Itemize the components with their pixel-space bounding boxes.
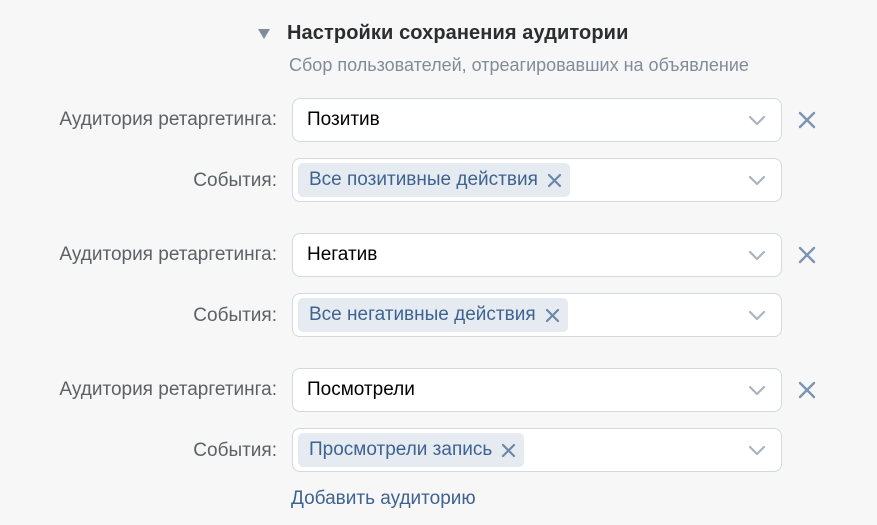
chevron-down-icon[interactable] [747, 307, 767, 323]
chevron-down-icon[interactable] [747, 172, 767, 188]
event-chip: Просмотрели запись [298, 433, 525, 467]
event-chip-label: Все негативные действия [309, 304, 536, 325]
add-audience-link[interactable]: Добавить аудиторию [291, 488, 476, 510]
chevron-down-icon[interactable] [747, 247, 767, 263]
audience-select[interactable]: Негатив [292, 233, 782, 277]
audience-select[interactable]: Позитив [292, 98, 782, 142]
event-chip: Все негативные действия [298, 298, 568, 332]
collapse-triangle-icon[interactable] [258, 29, 270, 39]
remove-audience-close-icon[interactable] [796, 109, 818, 131]
section-title: Настройки сохранения аудитории [287, 22, 629, 44]
event-chip: Все позитивные действия [298, 163, 570, 197]
audience-select-value: Негатив [307, 244, 378, 265]
audience-label: Аудитория ретаргетинга: [59, 244, 277, 265]
audience-select-value: Посмотрели [307, 379, 415, 400]
event-chip-label: Просмотрели запись [309, 439, 493, 460]
events-multiselect[interactable]: Все негативные действия [292, 293, 782, 337]
chevron-down-icon[interactable] [747, 442, 767, 458]
remove-audience-close-icon[interactable] [796, 379, 818, 401]
section-header[interactable]: Настройки сохранения аудитории [258, 22, 628, 45]
events-label: События: [193, 440, 277, 461]
events-label: События: [193, 305, 277, 326]
audience-label: Аудитория ретаргетинга: [59, 379, 277, 400]
audience-select-value: Позитив [307, 109, 380, 130]
remove-audience-close-icon[interactable] [796, 244, 818, 266]
audience-select[interactable]: Посмотрели [292, 368, 782, 412]
event-chip-label: Все позитивные действия [309, 169, 538, 190]
chevron-down-icon[interactable] [747, 382, 767, 398]
chevron-down-icon[interactable] [747, 112, 767, 128]
section-subtitle: Сбор пользователей, отреагировавших на о… [289, 55, 749, 75]
events-multiselect[interactable]: Просмотрели запись [292, 428, 782, 472]
events-multiselect[interactable]: Все позитивные действия [292, 158, 782, 202]
chip-close-icon[interactable] [546, 172, 563, 189]
audience-label: Аудитория ретаргетинга: [59, 109, 277, 130]
chip-close-icon[interactable] [544, 307, 561, 324]
events-label: События: [193, 170, 277, 191]
chip-close-icon[interactable] [500, 442, 517, 459]
